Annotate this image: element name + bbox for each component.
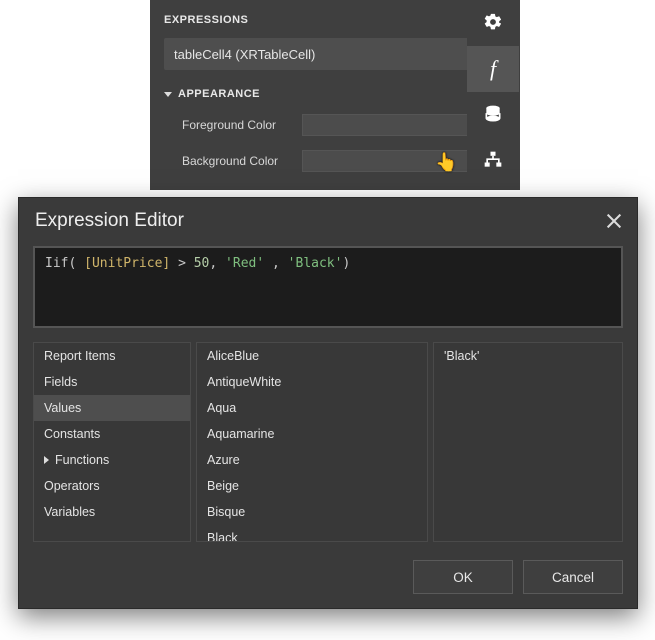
expressions-button[interactable]: f	[467, 46, 519, 92]
close-button[interactable]	[605, 212, 623, 230]
value-item[interactable]: Aqua	[197, 395, 427, 421]
element-dropdown[interactable]: tableCell4 (XRTableCell)	[164, 38, 508, 70]
data-button[interactable]	[467, 92, 519, 138]
ok-button[interactable]: OK	[413, 560, 513, 594]
database-icon	[483, 104, 503, 127]
value-item[interactable]: AntiqueWhite	[197, 369, 427, 395]
value-item[interactable]: Azure	[197, 447, 427, 473]
value-item[interactable]: AliceBlue	[197, 343, 427, 369]
chevron-down-icon	[164, 92, 172, 97]
dialog-buttons: OK Cancel	[33, 560, 623, 594]
value-item[interactable]: Beige	[197, 473, 427, 499]
category-label: Fields	[44, 375, 77, 389]
expression-editor-dialog: Expression Editor Iif( [UnitPrice] > 50,…	[18, 197, 638, 609]
value-list: AliceBlueAntiqueWhiteAquaAquamarineAzure…	[196, 342, 428, 542]
background-color-label: Background Color	[182, 154, 302, 168]
expression-textarea[interactable]: Iif( [UnitPrice] > 50, 'Red' , 'Black')	[33, 246, 623, 328]
expressions-title: EXPRESSIONS	[164, 14, 508, 26]
structure-button[interactable]	[467, 138, 519, 184]
dropdown-label: tableCell4 (XRTableCell)	[174, 47, 315, 62]
category-item[interactable]: Values	[34, 395, 190, 421]
value-item[interactable]: Black	[197, 525, 427, 542]
category-label: Report Items	[44, 349, 116, 363]
fx-icon: f	[490, 56, 496, 82]
category-label: Constants	[44, 427, 100, 441]
category-item[interactable]: Fields	[34, 369, 190, 395]
description-pane: 'Black'	[433, 342, 623, 542]
category-browser: Report Items Fields Values Constants Functio…	[33, 342, 623, 542]
category-item[interactable]: Variables	[34, 499, 190, 525]
dialog-title: Expression Editor	[35, 210, 184, 232]
side-toolbar: f	[467, 0, 519, 184]
cancel-button[interactable]: Cancel	[523, 560, 623, 594]
expressions-panel: EXPRESSIONS tableCell4 (XRTableCell) APP…	[150, 0, 520, 190]
category-label: Functions	[55, 453, 109, 467]
background-color-input[interactable]	[302, 150, 486, 172]
foreground-color-row: Foreground Color ...	[164, 114, 508, 136]
value-item[interactable]: Bisque	[197, 499, 427, 525]
appearance-section-header[interactable]: APPEARANCE	[164, 88, 508, 100]
sitemap-icon	[483, 150, 503, 173]
chevron-right-icon	[44, 456, 49, 464]
category-item[interactable]: Report Items	[34, 343, 190, 369]
description-text: 'Black'	[434, 343, 622, 369]
foreground-color-label: Foreground Color	[182, 118, 302, 132]
category-label: Operators	[44, 479, 100, 493]
category-item[interactable]: Constants	[34, 421, 190, 447]
value-item[interactable]: Aquamarine	[197, 421, 427, 447]
settings-button[interactable]	[467, 0, 519, 46]
category-item[interactable]: Operators	[34, 473, 190, 499]
category-label: Values	[44, 401, 81, 415]
foreground-color-input[interactable]	[302, 114, 486, 136]
category-label: Variables	[44, 505, 95, 519]
section-label: APPEARANCE	[178, 88, 260, 100]
category-list: Report Items Fields Values Constants Functio…	[33, 342, 191, 542]
background-color-row: Background Color ...	[164, 150, 508, 172]
dialog-titlebar: Expression Editor	[19, 198, 637, 246]
code-keyword: Iif	[45, 256, 68, 271]
gear-icon	[483, 12, 503, 35]
category-item[interactable]: Functions	[34, 447, 190, 473]
